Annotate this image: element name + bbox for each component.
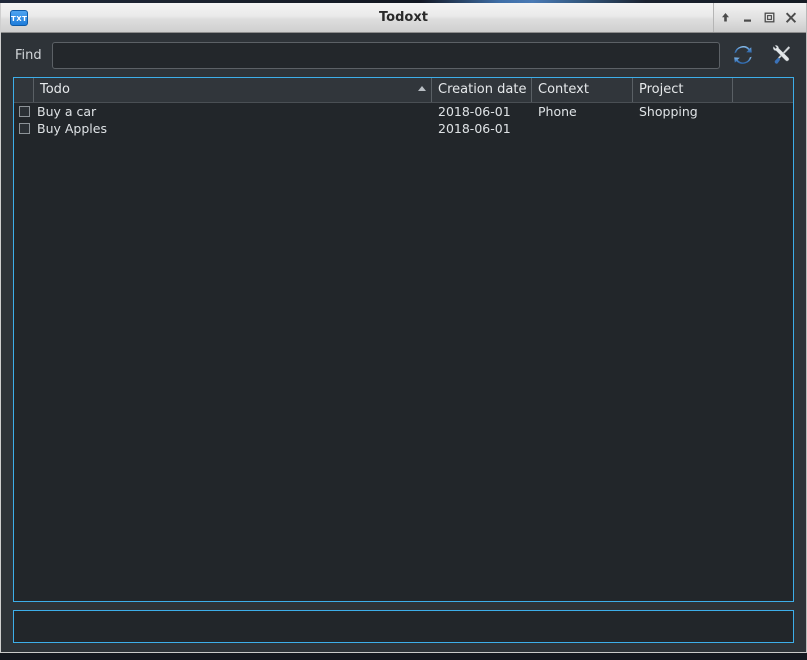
cell-creation-date: 2018-06-01 bbox=[438, 121, 511, 136]
detail-panel[interactable] bbox=[13, 610, 794, 643]
close-button[interactable] bbox=[780, 4, 802, 32]
maximize-button[interactable] bbox=[758, 4, 780, 32]
title-bar[interactable]: TXT Todoxt bbox=[1, 3, 806, 33]
search-input[interactable] bbox=[51, 41, 720, 69]
refresh-button[interactable] bbox=[728, 40, 758, 70]
cell-creation-date: 2018-06-01 bbox=[438, 104, 511, 119]
find-label: Find bbox=[15, 47, 42, 63]
application-window: TXT Todoxt Find Todo Creation date Conte… bbox=[0, 3, 807, 653]
sort-ascending-icon bbox=[418, 86, 426, 91]
todo-checkbox[interactable] bbox=[18, 106, 30, 117]
minimize-button[interactable] bbox=[736, 4, 758, 32]
table-row[interactable]: Buy Apples 2018-06-01 bbox=[14, 120, 793, 137]
column-header-checkbox[interactable] bbox=[14, 78, 34, 102]
row-checkbox-cell[interactable] bbox=[14, 106, 34, 117]
desktop-background: TXT Todoxt Find Todo Creation date Conte… bbox=[0, 0, 807, 660]
table-header-row: Todo Creation date Context Project bbox=[14, 78, 793, 103]
cell-project: Shopping bbox=[639, 104, 698, 119]
window-controls bbox=[713, 3, 806, 32]
column-header-project[interactable]: Project bbox=[633, 78, 733, 102]
cell-todo: Buy Apples bbox=[37, 121, 107, 136]
todo-checkbox[interactable] bbox=[18, 123, 30, 134]
cell-context: Phone bbox=[538, 104, 577, 119]
table-body: Buy a car 2018-06-01 Phone Shopping Buy … bbox=[14, 103, 793, 601]
refresh-icon bbox=[732, 44, 754, 66]
tools-icon bbox=[770, 44, 792, 66]
column-header-spare bbox=[733, 78, 793, 102]
column-header-todo-label: Todo bbox=[40, 82, 70, 97]
column-header-context[interactable]: Context bbox=[532, 78, 633, 102]
column-header-todo[interactable]: Todo bbox=[34, 78, 432, 102]
desktop-bottom-strip bbox=[0, 653, 807, 660]
column-header-creation-date[interactable]: Creation date bbox=[432, 78, 532, 102]
app-icon: TXT bbox=[10, 9, 28, 26]
tools-button[interactable] bbox=[766, 40, 796, 70]
todo-list-view[interactable]: Todo Creation date Context Project Buy a… bbox=[13, 77, 794, 602]
row-checkbox-cell[interactable] bbox=[14, 123, 34, 134]
window-title: Todoxt bbox=[379, 10, 428, 25]
table-row[interactable]: Buy a car 2018-06-01 Phone Shopping bbox=[14, 103, 793, 120]
find-toolbar: Find bbox=[1, 33, 806, 77]
shade-button[interactable] bbox=[714, 4, 736, 32]
cell-todo: Buy a car bbox=[37, 104, 97, 119]
